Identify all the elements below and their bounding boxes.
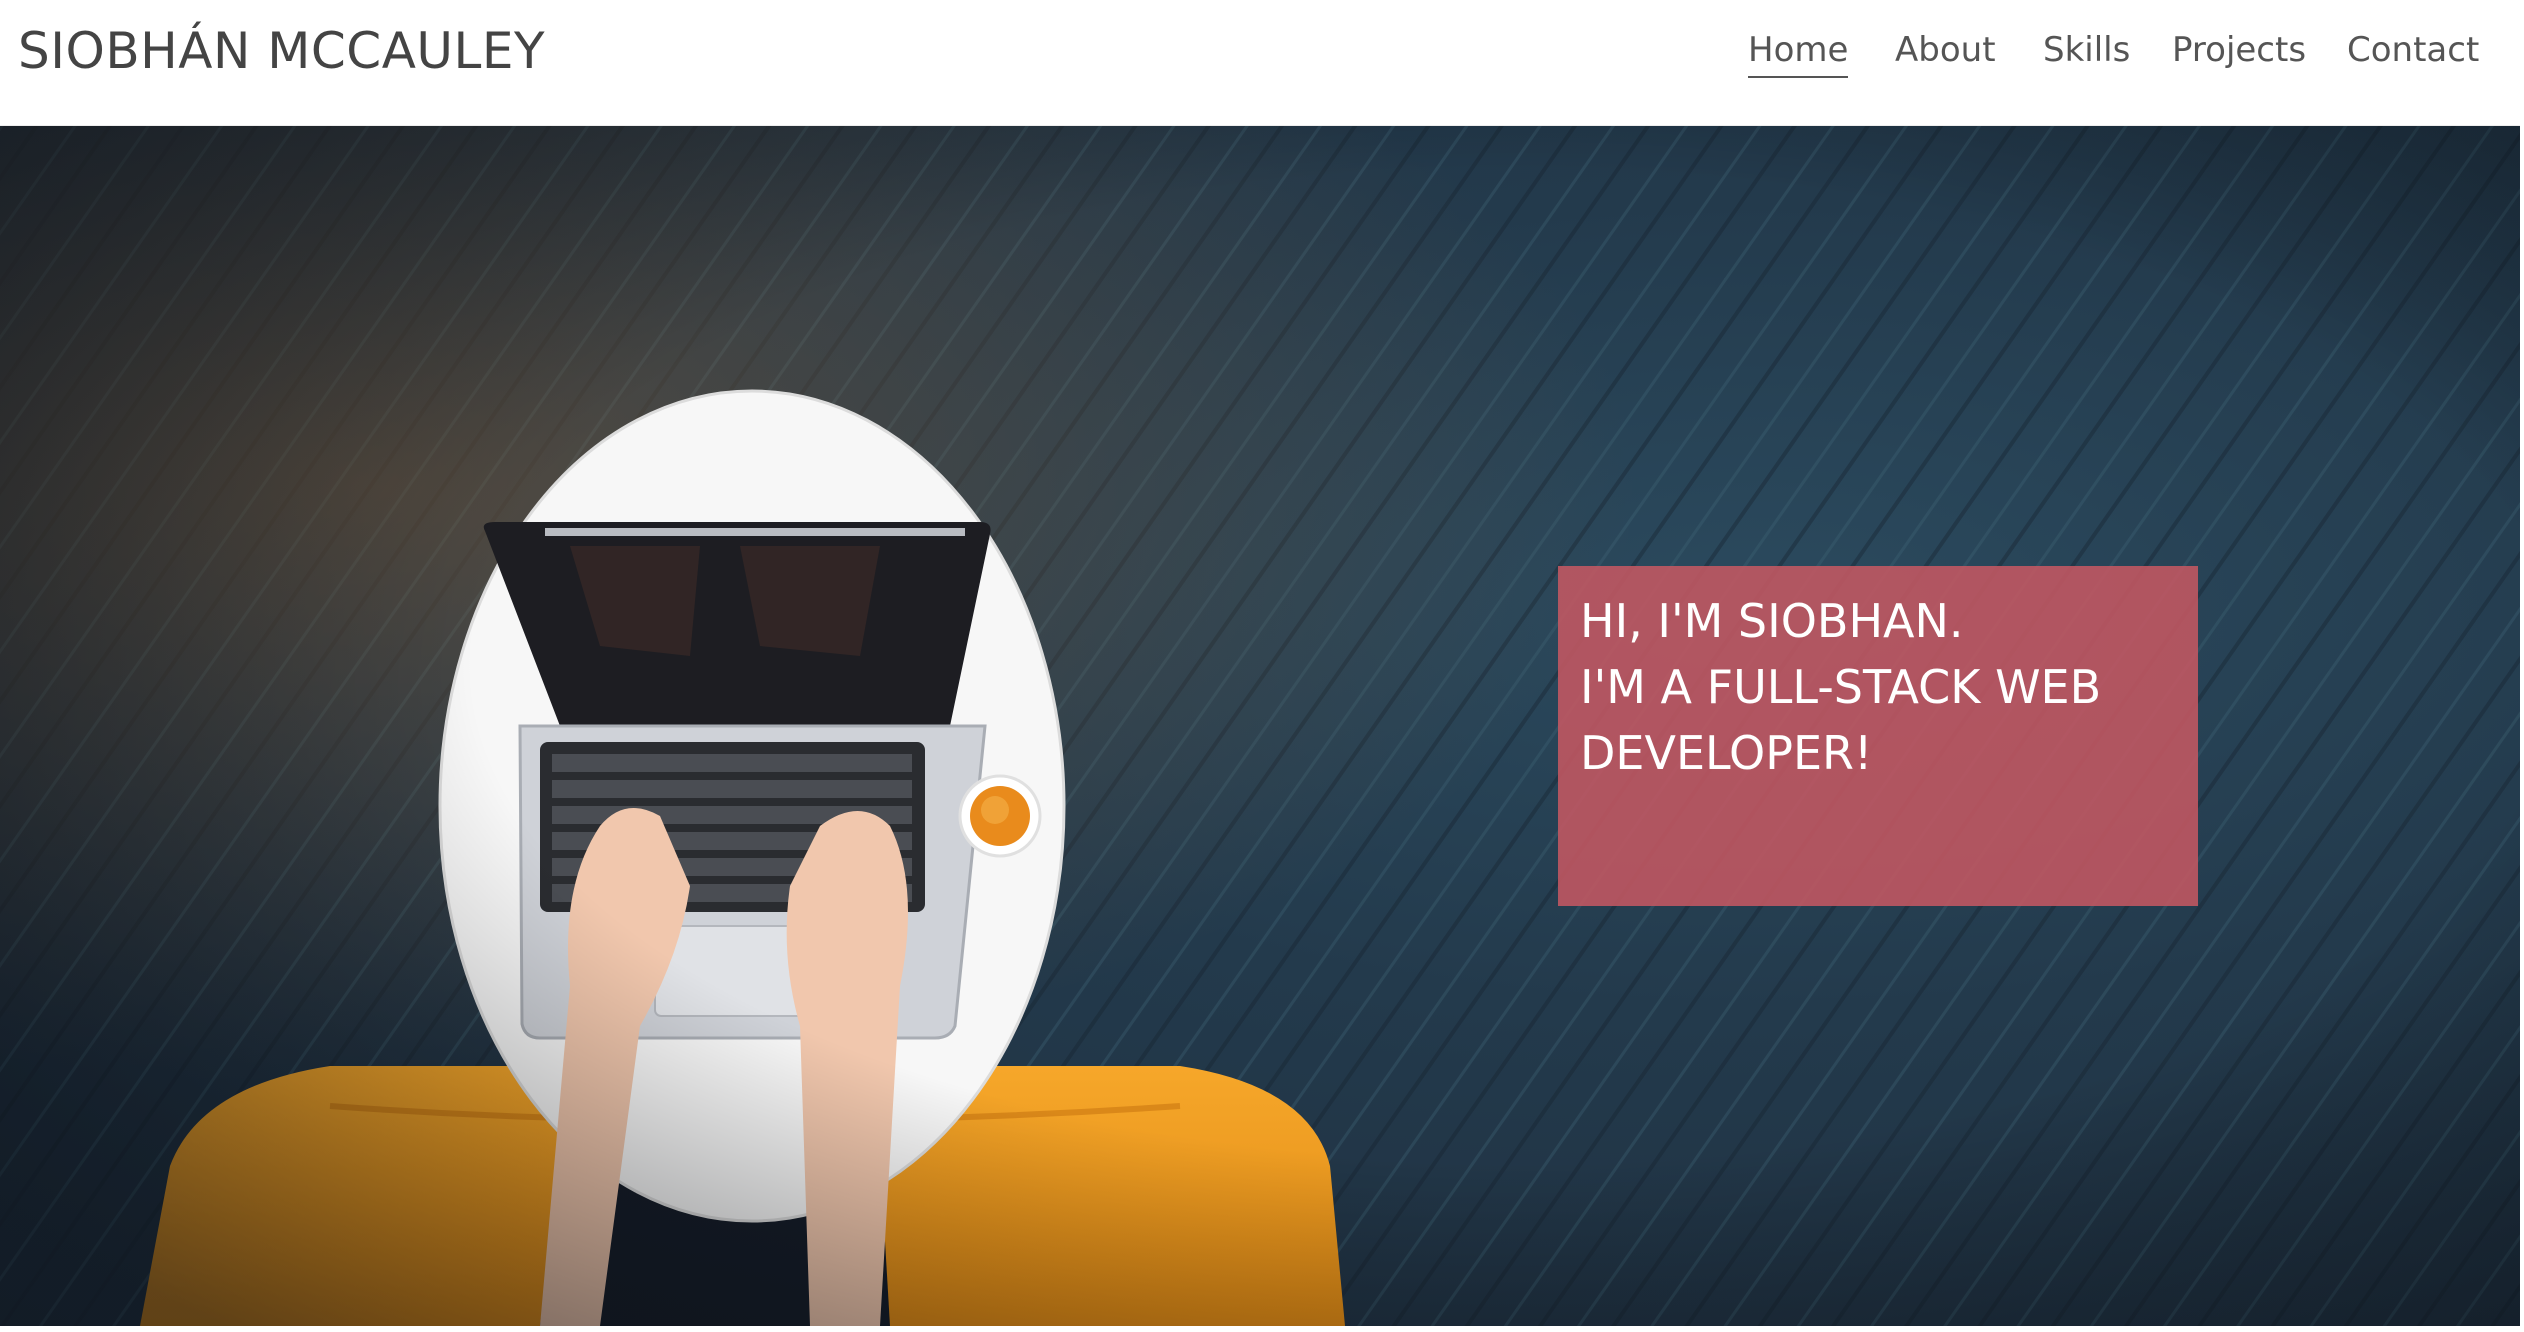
page: SIOBHÁN MCCAULEY Home About Skills Proje…	[0, 0, 2524, 1332]
intro-line-3: DEVELOPER!	[1580, 726, 1873, 780]
intro-box: HI, I'M SIOBHAN. I'M A FULL-STACK WEB DE…	[1558, 566, 2198, 906]
nav-skills[interactable]: Skills	[2043, 30, 2130, 76]
intro-line-1: HI, I'M SIOBHAN.	[1580, 594, 1964, 648]
site-header: SIOBHÁN MCCAULEY Home About Skills Proje…	[0, 0, 2520, 126]
intro-line-2: I'M A FULL-STACK WEB	[1580, 660, 2102, 714]
nav-home[interactable]: Home	[1748, 30, 1849, 78]
main-nav: Home About Skills Projects Contact	[0, 30, 2520, 90]
nav-contact[interactable]: Contact	[2347, 30, 2479, 76]
nav-about[interactable]: About	[1895, 30, 1996, 76]
nav-projects[interactable]: Projects	[2172, 30, 2306, 76]
hero-section: HI, I'M SIOBHAN. I'M A FULL-STACK WEB DE…	[0, 126, 2520, 1326]
